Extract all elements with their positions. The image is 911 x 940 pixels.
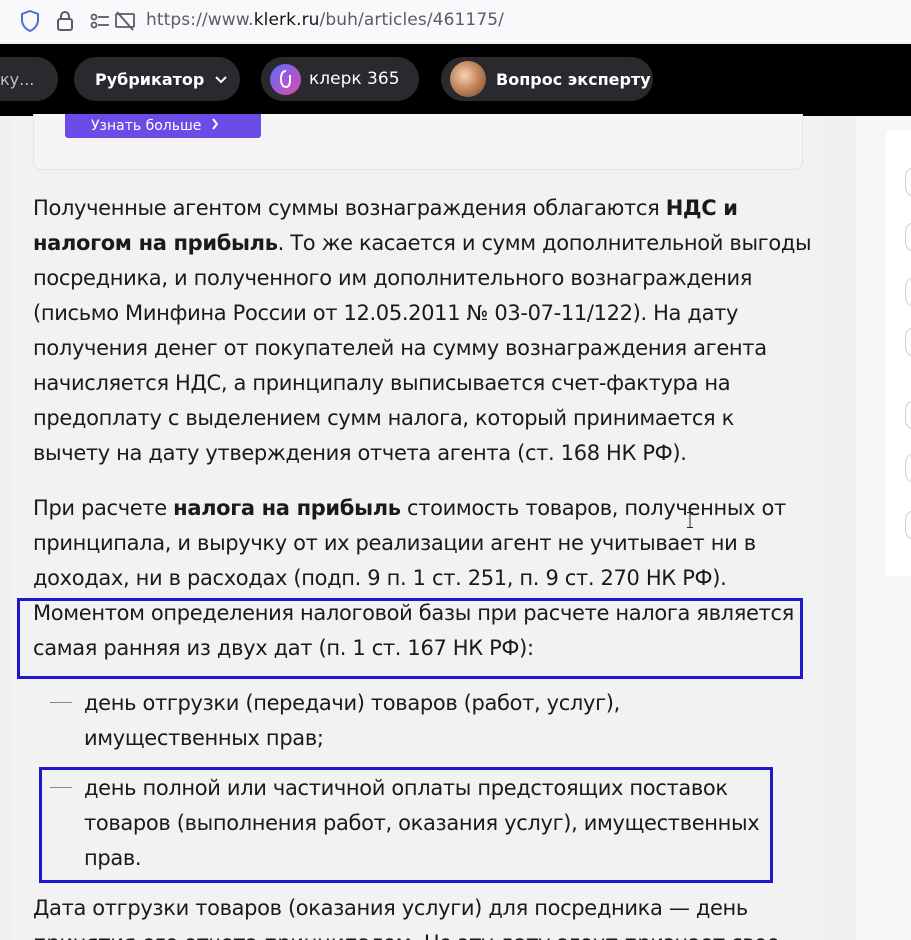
learn-more-label: Узнать больше [91,118,202,134]
lock-icon[interactable] [53,9,77,33]
text-span: . То же касается и сумм дополнительной в… [33,231,812,465]
tracking-blocked-icon[interactable] [113,9,137,33]
ask-expert-label: Вопрос эксперту [496,69,651,89]
sidebar-icon[interactable] [905,167,911,197]
browser-address-bar: https://www.klerk.ru/buh/articles/461175… [0,0,911,42]
sidebar-icon[interactable] [905,400,911,430]
list-dash [50,702,72,703]
sidebar-icon[interactable] [905,510,911,540]
rubricator-label: Рубрикатор [95,69,205,89]
url-path: /buh/articles/461175/ [319,10,504,30]
url-text[interactable]: https://www.klerk.ru/buh/articles/461175… [146,10,504,30]
paragraph-profit-tax: При расчете налога на прибыль стоимость … [33,491,813,596]
text-cursor-icon [687,512,693,528]
chevron-down-icon [214,70,228,89]
sidebar-icon[interactable] [905,327,911,357]
promo-card: Узнать больше [33,114,803,170]
site-header: ку... Рубрикатор клерк 365 Вопрос экспер… [0,44,911,116]
paragraph-vat: Полученные агентом суммы вознаграждения … [33,191,813,471]
ask-expert-button[interactable]: Вопрос эксперту [441,57,653,101]
text-span: При расчете [33,496,174,520]
list-item: день отгрузки (передачи) товаров (работ,… [84,691,620,750]
permissions-icon[interactable] [88,9,112,33]
highlight-box [39,767,773,883]
highlight-box [17,598,803,679]
sidebar-icon[interactable] [905,222,911,252]
search-pill[interactable]: ку... [0,57,58,101]
url-host: klerk.ru [253,10,320,30]
bold-span: налога на прибыль [173,496,401,520]
text-span: Полученные агентом суммы вознаграждения … [33,196,666,220]
paragraph-shipment-date: Дата отгрузки товаров (оказания услуги) … [33,896,780,940]
klerk365-label: клерк 365 [309,69,400,89]
search-stub-label: ку... [0,69,35,89]
sidebar-icon[interactable] [905,453,911,483]
klerk365-logo-icon [270,63,301,95]
sidebar-icon[interactable] [905,277,911,307]
url-prefix: https://www. [146,10,254,30]
chevron-right-icon [211,118,219,134]
klerk365-button[interactable]: клерк 365 [261,57,419,101]
shield-icon[interactable] [18,9,42,33]
expert-avatar [450,61,486,97]
learn-more-button[interactable]: Узнать больше [65,114,261,138]
rubricator-button[interactable]: Рубрикатор [74,57,240,101]
